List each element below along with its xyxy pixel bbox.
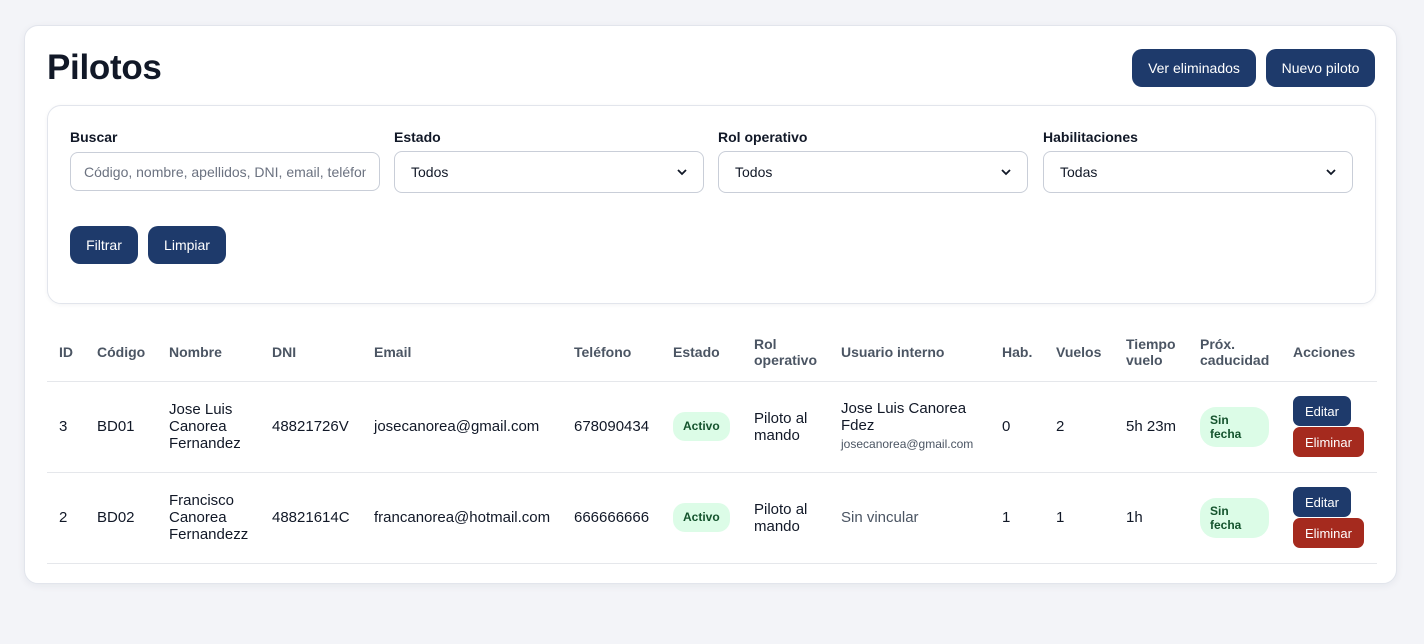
view-deleted-button[interactable]: Ver eliminados (1132, 49, 1256, 87)
cell-vuelos: 2 (1044, 381, 1114, 473)
habilitaciones-label: Habilitaciones (1043, 129, 1138, 145)
col-telefono: Teléfono (562, 323, 661, 382)
cell-telefono: 666666666 (562, 472, 661, 564)
cell-usuario: Sin vincular (829, 472, 990, 564)
new-pilot-button[interactable]: Nuevo piloto (1266, 49, 1375, 87)
chevron-down-icon (1326, 169, 1336, 176)
col-email: Email (362, 323, 562, 382)
chevron-down-icon (677, 169, 687, 176)
search-label: Buscar (70, 129, 118, 145)
cell-dni: 48821614C (260, 472, 362, 564)
rol-label: Rol operativo (718, 129, 808, 145)
cell-dni: 48821726V (260, 381, 362, 473)
cell-nombre: Francisco Canorea Fernandezz (157, 472, 260, 564)
cell-id: 2 (47, 472, 85, 564)
cell-tiempo: 1h (1114, 472, 1188, 564)
page-title: Pilotos (47, 48, 162, 87)
delete-button[interactable]: Eliminar (1293, 427, 1364, 457)
filter-button[interactable]: Filtrar (70, 226, 138, 264)
pilots-table: ID Código Nombre DNI Email Teléfono Esta… (47, 323, 1377, 564)
user-email: josecanorea@gmail.com (841, 437, 974, 451)
col-usuario: Usuario interno (829, 323, 990, 382)
table-row: 3 BD01 Jose Luis Canorea Fernandez 48821… (47, 381, 1377, 473)
col-rol: Rol operativo (742, 323, 829, 382)
estado-select[interactable]: Todos (394, 151, 704, 193)
search-input[interactable] (70, 152, 380, 191)
col-caducidad: Próx. caducidad (1188, 323, 1281, 382)
cell-estado: Activo (661, 381, 742, 473)
col-estado: Estado (661, 323, 742, 382)
col-acciones: Acciones (1281, 323, 1377, 382)
cell-nombre: Jose Luis Canorea Fernandez (157, 381, 260, 473)
cell-vuelos: 1 (1044, 472, 1114, 564)
delete-button[interactable]: Eliminar (1293, 518, 1364, 548)
col-vuelos: Vuelos (1044, 323, 1114, 382)
cell-tiempo: 5h 23m (1114, 381, 1188, 473)
cell-acciones: Editar Eliminar (1281, 381, 1377, 473)
user-unlinked: Sin vincular (841, 509, 919, 526)
edit-button[interactable]: Editar (1293, 487, 1351, 517)
cell-rol: Piloto al mando (742, 381, 829, 473)
estado-label: Estado (394, 129, 441, 145)
col-nombre: Nombre (157, 323, 260, 382)
habilitaciones-select[interactable]: Todas (1043, 151, 1353, 193)
rol-selected-value: Todos (735, 164, 773, 180)
expiry-badge: Sin fecha (1200, 406, 1269, 447)
cell-hab: 0 (990, 381, 1044, 473)
cell-caducidad: Sin fecha (1188, 381, 1281, 473)
cell-hab: 1 (990, 472, 1044, 564)
cell-caducidad: Sin fecha (1188, 472, 1281, 564)
col-codigo: Código (85, 323, 157, 382)
col-dni: DNI (260, 323, 362, 382)
table-row: 2 BD02 Francisco Canorea Fernandezz 4882… (47, 472, 1377, 564)
habilitaciones-selected-value: Todas (1060, 164, 1098, 180)
col-id: ID (47, 323, 85, 382)
expiry-badge: Sin fecha (1200, 497, 1269, 538)
col-tiempo: Tiempo vuelo (1114, 323, 1188, 382)
pilots-card: Pilotos Ver eliminados Nuevo piloto Busc… (24, 25, 1397, 584)
col-hab: Hab. (990, 323, 1044, 382)
cell-telefono: 678090434 (562, 381, 661, 473)
clear-button[interactable]: Limpiar (148, 226, 226, 264)
cell-codigo: BD01 (85, 381, 157, 473)
cell-acciones: Editar Eliminar (1281, 472, 1377, 564)
cell-rol: Piloto al mando (742, 472, 829, 564)
cell-estado: Activo (661, 472, 742, 564)
cell-email: francanorea@hotmail.com (362, 472, 562, 564)
edit-button[interactable]: Editar (1293, 396, 1351, 426)
cell-email: josecanorea@gmail.com (362, 381, 562, 473)
user-name: Jose Luis Canorea Fdez (841, 400, 967, 434)
status-badge: Activo (673, 503, 730, 532)
cell-codigo: BD02 (85, 472, 157, 564)
filters-panel: Buscar Estado Todos Rol operativo Todos … (47, 105, 1376, 304)
cell-usuario: Jose Luis Canorea Fdez josecanorea@gmail… (829, 381, 990, 473)
estado-selected-value: Todos (411, 164, 449, 180)
rol-select[interactable]: Todos (718, 151, 1028, 193)
status-badge: Activo (673, 412, 730, 441)
cell-id: 3 (47, 381, 85, 473)
chevron-down-icon (1001, 169, 1011, 176)
table-header-row: ID Código Nombre DNI Email Teléfono Esta… (47, 323, 1377, 382)
